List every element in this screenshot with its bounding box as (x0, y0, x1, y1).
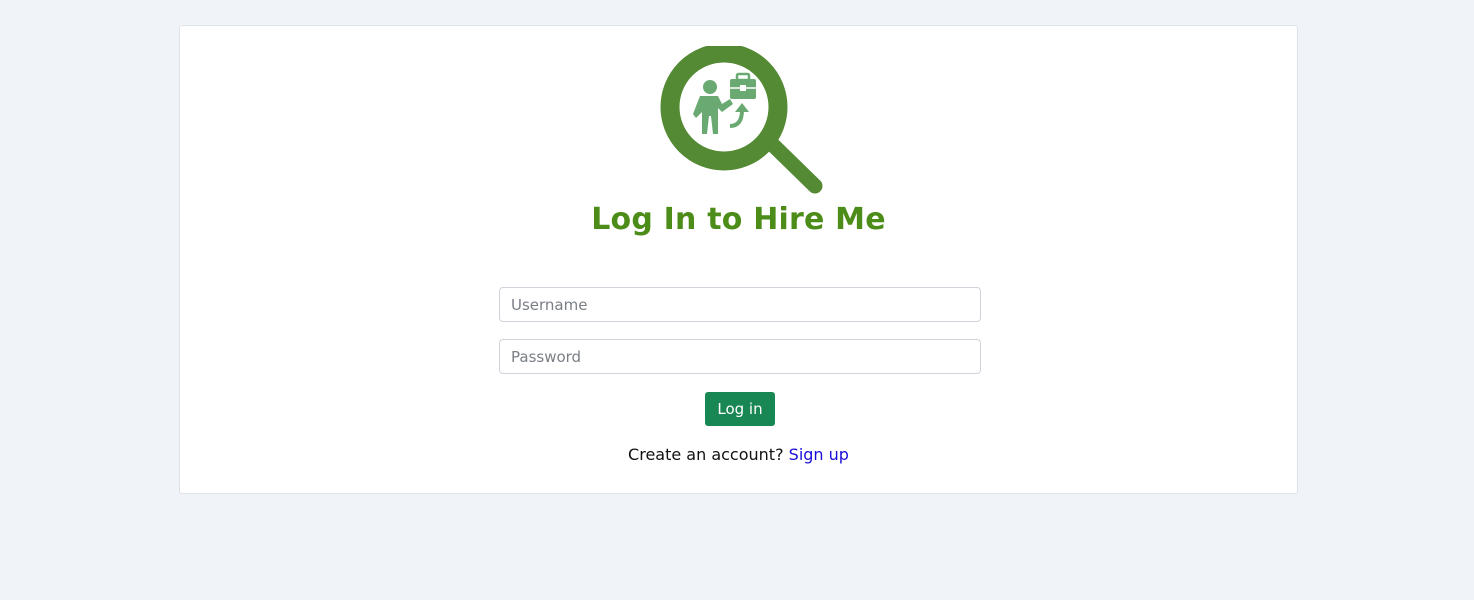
page-title: Log In to Hire Me (591, 202, 886, 237)
login-card: Log In to Hire Me Log in Create an accou… (179, 25, 1298, 494)
password-input[interactable] (499, 339, 981, 374)
signup-row: Create an account? Sign up (180, 445, 1297, 464)
signup-link[interactable]: Sign up (789, 445, 849, 464)
signup-prompt: Create an account? (628, 445, 784, 464)
magnifier-job-search-icon (660, 46, 823, 194)
username-input[interactable] (499, 287, 981, 322)
login-button[interactable]: Log in (705, 392, 775, 426)
